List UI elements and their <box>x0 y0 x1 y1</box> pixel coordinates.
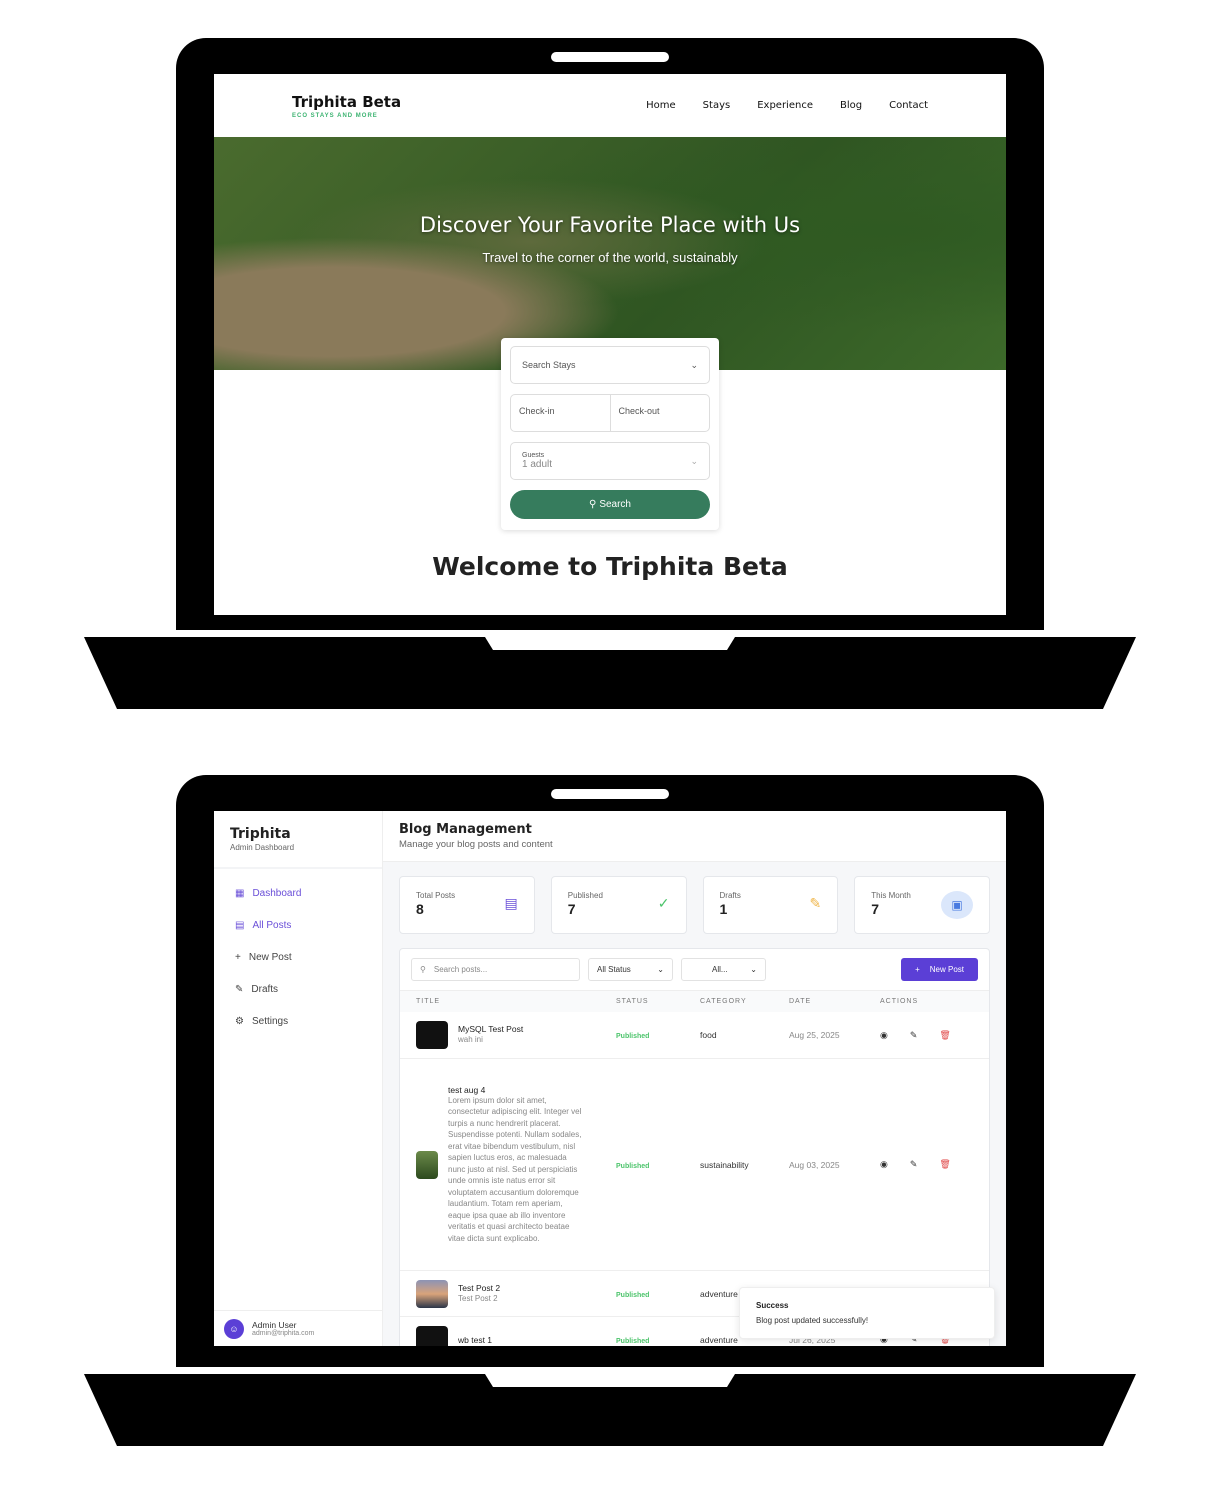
edit-icon[interactable]: ✎ <box>910 1159 918 1170</box>
nav-blog[interactable]: Blog <box>840 100 862 111</box>
sidebar-item-dashboard[interactable]: ▦ Dashboard <box>214 877 382 909</box>
check-circle-icon: ✓ <box>657 895 670 911</box>
checkout-field[interactable]: Check-out <box>609 395 710 431</box>
status-badge: Published <box>616 1291 650 1299</box>
table-header: TITLE STATUS CATEGORY DATE ACTIONS <box>400 991 989 1012</box>
page-subtitle: Manage your blog posts and content <box>399 839 553 850</box>
stays-select[interactable]: Search Stays ⌄ <box>510 346 710 384</box>
guests-select[interactable]: Guests 1 adult ⌄ <box>510 442 710 480</box>
nav-home[interactable]: Home <box>646 100 676 111</box>
new-post-button[interactable]: + New Post <box>901 958 978 981</box>
sidebar-item-drafts[interactable]: ✎ Drafts <box>214 973 382 1005</box>
date-cell: Aug 03, 2025 <box>789 1159 840 1170</box>
nav-stays[interactable]: Stays <box>703 100 731 111</box>
edit-icon[interactable]: ✎ <box>910 1030 918 1041</box>
gear-icon: ⚙ <box>235 1015 244 1027</box>
hero-subtitle: Travel to the corner of the world, susta… <box>482 250 738 265</box>
status-filter[interactable]: All Status ⌄ <box>588 958 673 981</box>
post-title-cell: Test Post 2 Test Post 2 <box>416 1279 616 1308</box>
laptop-base-bottom <box>84 1374 1136 1446</box>
welcome-heading: Welcome to Triphita Beta <box>432 552 788 581</box>
stat-this-month: This Month 7 ▣ <box>854 876 990 934</box>
post-title-cell: MySQL Test Post wah ini <box>416 1021 616 1049</box>
main-content: Blog Management Manage your blog posts an… <box>383 811 1006 1346</box>
success-toast: Success Blog post updated successfully! <box>739 1287 995 1339</box>
post-thumbnail <box>416 1325 448 1346</box>
search-icon: ⚲ <box>588 499 597 510</box>
laptop-frame-top: Triphita Beta ECO STAYS AND MORE Home Sta… <box>176 38 1044 630</box>
category-cell: sustainability <box>700 1159 749 1170</box>
document-icon: ▤ <box>235 919 245 931</box>
table-row[interactable]: MySQL Test Post wah ini Published food Au… <box>400 1012 989 1059</box>
edit-icon: ✎ <box>809 895 822 911</box>
hero-banner: Discover Your Favorite Place with Us Tra… <box>214 137 1006 370</box>
status-badge: Published <box>616 1337 650 1345</box>
sidebar-item-settings[interactable]: ⚙ Settings <box>214 1005 382 1037</box>
laptop-frame-bottom: Triphita Admin Dashboard ▦ Dashboard ▤ All … <box>176 775 1044 1367</box>
user-profile[interactable]: ☺ Admin User admin@triphita.com <box>214 1310 382 1346</box>
date-range: Check-in Check-out <box>510 394 710 432</box>
post-thumbnail <box>416 1021 448 1049</box>
grid-icon: ▦ <box>235 887 245 899</box>
camera-notch <box>551 52 669 62</box>
view-icon[interactable]: ◉ <box>880 1030 888 1041</box>
site-nav: Home Stays Experience Blog Contact <box>646 100 928 111</box>
search-button[interactable]: ⚲ Search <box>510 490 710 519</box>
search-form: Search Stays ⌄ Check-in Check-out Guests 1… <box>501 338 719 530</box>
nav-experience[interactable]: Experience <box>757 100 813 111</box>
status-badge: Published <box>616 1162 650 1170</box>
table-row[interactable]: test aug 4 Lorem ipsum dolor sit amet, co… <box>400 1059 989 1271</box>
edit-icon: ✎ <box>235 983 244 995</box>
stat-published: Published 7 ✓ <box>550 876 687 934</box>
post-title-cell: wb test 1 <box>416 1325 616 1346</box>
document-icon: ▤ <box>504 895 518 911</box>
page-title: Blog Management <box>399 822 532 837</box>
sidebar: Triphita Admin Dashboard ▦ Dashboard ▤ All … <box>214 811 383 1346</box>
status-badge: Published <box>616 1033 650 1040</box>
stat-total-posts: Total Posts 8 ▤ <box>399 876 535 934</box>
category-cell: food <box>700 1030 717 1040</box>
search-icon: ⚲ <box>420 965 426 974</box>
laptop-base-top <box>84 637 1136 709</box>
plus-icon: + <box>235 951 241 963</box>
chevron-down-icon: ⌄ <box>690 359 698 370</box>
plus-icon: + <box>915 965 920 974</box>
view-icon[interactable]: ◉ <box>880 1159 888 1170</box>
page-header: Blog Management Manage your blog posts an… <box>383 811 1006 862</box>
post-thumbnail <box>416 1279 448 1308</box>
calendar-icon: ▣ <box>941 891 973 919</box>
sidebar-item-new-post[interactable]: + New Post <box>214 941 382 973</box>
chevron-down-icon: ⌄ <box>750 965 757 974</box>
sidebar-brand: Triphita Admin Dashboard <box>214 811 382 869</box>
camera-notch <box>551 789 669 799</box>
chevron-down-icon: ⌄ <box>657 965 664 974</box>
avatar: ☺ <box>224 1318 244 1339</box>
website-screen: Triphita Beta ECO STAYS AND MORE Home Sta… <box>214 74 1006 615</box>
chevron-down-icon: ⌄ <box>690 455 698 466</box>
stat-drafts: Drafts 1 ✎ <box>702 876 839 934</box>
admin-screen: Triphita Admin Dashboard ▦ Dashboard ▤ All … <box>214 811 1006 1346</box>
site-logo[interactable]: Triphita Beta ECO STAYS AND MORE <box>292 93 401 119</box>
hero-title: Discover Your Favorite Place with Us <box>419 213 801 237</box>
date-cell: Aug 25, 2025 <box>789 1030 840 1040</box>
trash-icon[interactable]: 🗑 <box>939 1159 950 1170</box>
stats-row: Total Posts 8 ▤ Published 7 ✓ Drafts 1 ✎ This … <box>383 862 1006 934</box>
table-toolbar: ⚲ Search posts... All Status ⌄ All... ⌄ + Ne… <box>400 949 989 991</box>
post-title-cell: test aug 4 Lorem ipsum dolor sit amet, co… <box>416 1085 616 1245</box>
search-input[interactable]: ⚲ Search posts... <box>411 958 580 981</box>
sidebar-item-all-posts[interactable]: ▤ All Posts <box>214 909 382 941</box>
checkin-field[interactable]: Check-in <box>511 395 610 431</box>
trash-icon[interactable]: 🗑 <box>939 1030 950 1041</box>
category-filter[interactable]: All... ⌄ <box>681 958 766 981</box>
post-thumbnail <box>416 1150 438 1179</box>
nav-contact[interactable]: Contact <box>889 100 928 111</box>
site-header: Triphita Beta ECO STAYS AND MORE Home Sta… <box>214 74 1006 137</box>
